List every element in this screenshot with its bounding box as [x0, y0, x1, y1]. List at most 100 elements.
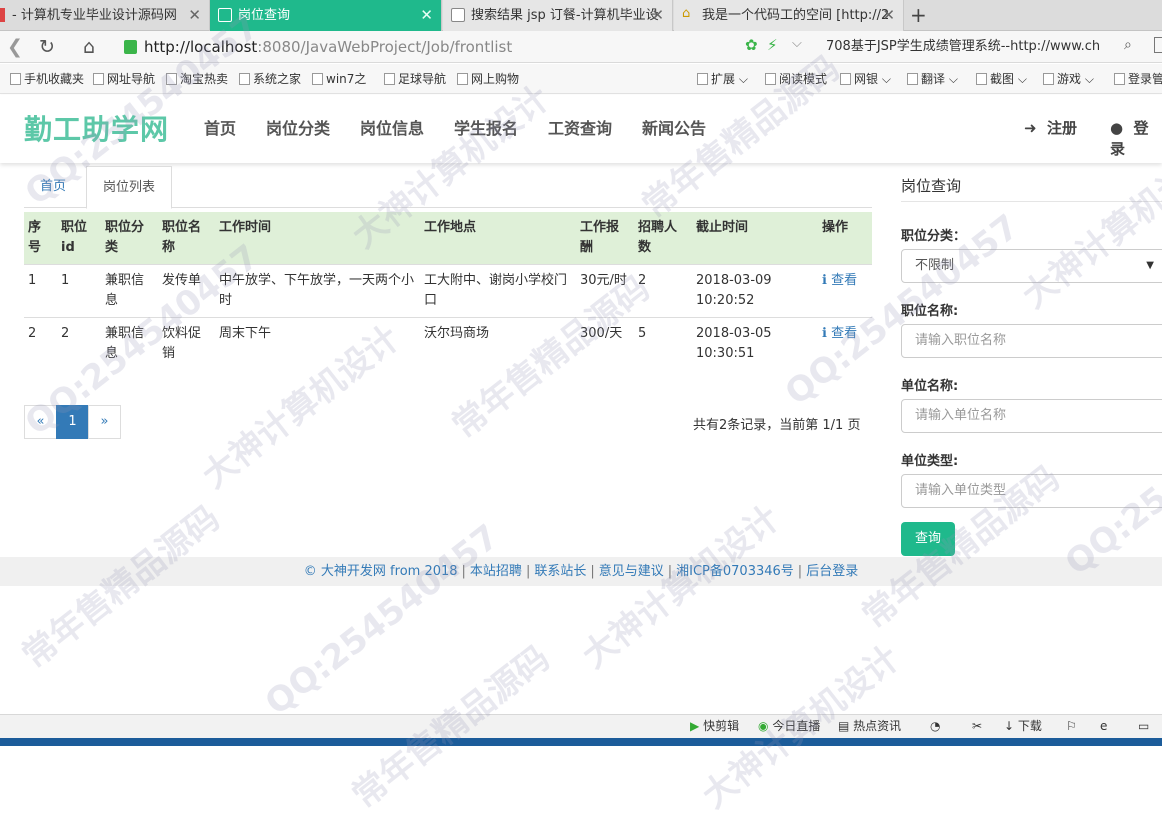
book-icon	[765, 73, 776, 85]
info-icon: ℹ	[822, 273, 827, 288]
close-tab-icon[interactable]: ✕	[420, 0, 433, 31]
site-logo[interactable]: 勤工助学网	[24, 108, 169, 148]
col-count: 招聘人数	[634, 212, 692, 265]
browser-tab-4[interactable]: ⌂ 我是一个代码工的空间 [http://2 ✕	[674, 0, 904, 31]
taskbar	[0, 738, 1162, 746]
site-footer: © 大神开发网 from 2018 | 本站招聘 | 联系站长 | 意见与建议 | 湘ICP备0…	[0, 557, 1162, 586]
recruit-link[interactable]: 本站招聘	[470, 564, 522, 579]
reload-icon[interactable]: ↻	[34, 31, 60, 63]
bookmark-item[interactable]: 足球导航	[384, 64, 446, 94]
page-1-button[interactable]: 1	[56, 405, 89, 439]
admin-login-link[interactable]: 后台登录	[806, 564, 858, 579]
bookmark-item[interactable]: 网上购物	[457, 64, 519, 94]
close-tab-icon[interactable]: ✕	[651, 0, 664, 31]
browser-tab-3[interactable]: 搜索结果 jsp 订餐-计算机毕业设 ✕	[443, 0, 673, 31]
separator: |	[667, 564, 673, 579]
tools-icon[interactable]: ✂	[972, 714, 982, 738]
watermark-text: QQ:254540457	[257, 516, 507, 724]
nav-home[interactable]: 首页	[204, 115, 236, 139]
search-icon[interactable]: ⌕	[1124, 37, 1132, 53]
page-icon	[218, 8, 232, 22]
ie-icon[interactable]: e	[1100, 714, 1107, 738]
unit-type-input[interactable]: 请输入单位类型	[901, 474, 1162, 508]
speed-mode-icon[interactable]: ⚡	[767, 36, 778, 54]
live-button[interactable]: ◉ 今日直播	[758, 714, 820, 738]
cell-time: 周末下午	[215, 317, 420, 370]
window-icon[interactable]: ▭	[1138, 714, 1149, 738]
games-menu[interactable]: 游戏 ⌵	[1043, 64, 1094, 94]
nav-job-info[interactable]: 岗位信息	[360, 115, 424, 139]
browser-tab-1[interactable]: - 计算机专业毕业设计源码网 ✕	[0, 0, 210, 31]
search-box[interactable]: 708基于JSP学生成绩管理系统--http://www.ch	[810, 35, 1140, 59]
close-tab-icon[interactable]: ✕	[882, 0, 895, 31]
icp-link[interactable]: 湘ICP备0703346号	[676, 564, 794, 579]
nav-salary-query[interactable]: 工资查询	[548, 115, 612, 139]
job-name-input[interactable]: 请输入职位名称	[901, 324, 1162, 358]
tab-home[interactable]: 首页	[24, 166, 82, 208]
user-icon: ●	[1110, 119, 1124, 137]
extension-icon[interactable]: ✿	[745, 36, 758, 54]
bookmark-item[interactable]: 网址导航	[93, 64, 155, 94]
translate-icon	[907, 73, 918, 85]
home-icon[interactable]: ⌂	[76, 31, 102, 63]
reading-mode-button[interactable]: 阅读模式	[765, 64, 827, 94]
url-field[interactable]: http://localhost:8080/JavaWebProject/Job…	[118, 35, 798, 59]
close-tab-icon[interactable]: ✕	[188, 0, 201, 31]
sidebar-toggle-icon[interactable]	[1154, 37, 1162, 53]
hot-news-button[interactable]: ▤ 热点资讯	[838, 714, 901, 738]
contact-link[interactable]: 联系站长	[534, 564, 586, 579]
category-select[interactable]: 不限制 ▼	[901, 249, 1162, 283]
cell-id: 1	[57, 264, 101, 318]
bookmark-label: 系统之家	[253, 72, 302, 86]
screenshot-menu[interactable]: 截图 ⌵	[976, 64, 1027, 94]
grid-icon	[697, 73, 708, 85]
separator: |	[525, 564, 531, 579]
user-icon	[1114, 73, 1125, 85]
copyright-link[interactable]: © 大神开发网 from 2018	[304, 564, 458, 579]
extensions-menu[interactable]: 扩展 ⌵	[697, 64, 748, 94]
search-text: 708基于JSP学生成绩管理系统--http://www.ch	[826, 39, 1101, 54]
bookmark-item[interactable]: 淘宝热卖	[166, 64, 228, 94]
view-link[interactable]: ℹ 查看	[818, 317, 872, 370]
login-manager-button[interactable]: 登录管	[1114, 64, 1162, 94]
tab-title: 我是一个代码工的空间 [http://2	[702, 8, 890, 23]
bookmark-item[interactable]: 手机收藏夹	[10, 64, 84, 94]
cell-pay: 300/天	[576, 317, 634, 370]
unit-name-input[interactable]: 请输入单位名称	[901, 399, 1162, 433]
query-button[interactable]: 查询	[901, 522, 955, 556]
cell-category: 兼职信息	[101, 264, 158, 318]
bookmark-item[interactable]: win7之	[312, 64, 366, 94]
feedback-link[interactable]: 意见与建议	[599, 564, 664, 579]
bookmark-item[interactable]: 系统之家	[239, 64, 301, 94]
page-icon	[384, 73, 395, 85]
live-icon: ◉	[758, 719, 769, 733]
col-name: 职位名称	[158, 212, 215, 265]
prev-page-button[interactable]: «	[24, 405, 57, 439]
page-icon	[451, 8, 465, 22]
separator: |	[797, 564, 803, 579]
new-tab-button[interactable]: +	[910, 0, 927, 31]
tab-job-list[interactable]: 岗位列表	[86, 166, 173, 209]
view-link[interactable]: ℹ 查看	[818, 264, 872, 318]
job-name-label: 职位名称:	[901, 304, 959, 319]
download-button[interactable]: ↓ 下载	[1004, 714, 1042, 738]
sign-in-icon: ➜	[1024, 119, 1037, 137]
speed-icon[interactable]: ◔	[930, 714, 940, 738]
back-icon[interactable]: ❮	[2, 31, 28, 63]
next-page-button[interactable]: »	[88, 405, 121, 439]
bookmark-label: 网上购物	[471, 72, 520, 86]
flag-icon[interactable]: ⚐	[1066, 714, 1077, 738]
register-link[interactable]: ➜ 注册	[1024, 117, 1077, 138]
divider	[901, 201, 1162, 202]
browser-tab-active[interactable]: 岗位查询 ✕	[210, 0, 442, 31]
login-link[interactable]: ● 登录	[1110, 117, 1162, 159]
bank-menu[interactable]: 网银 ⌵	[840, 64, 891, 94]
nav-news[interactable]: 新闻公告	[642, 115, 706, 139]
translate-menu[interactable]: 翻译 ⌵	[907, 64, 958, 94]
sidebar-title: 岗位查询	[901, 177, 962, 195]
dropdown-icon[interactable]: ⌵	[792, 36, 802, 51]
nav-job-category[interactable]: 岗位分类	[266, 115, 330, 139]
quick-clip-button[interactable]: ▶ 快剪辑	[690, 714, 739, 738]
nav-student-signup[interactable]: 学生报名	[454, 115, 518, 139]
col-id: 职位id	[57, 212, 101, 265]
